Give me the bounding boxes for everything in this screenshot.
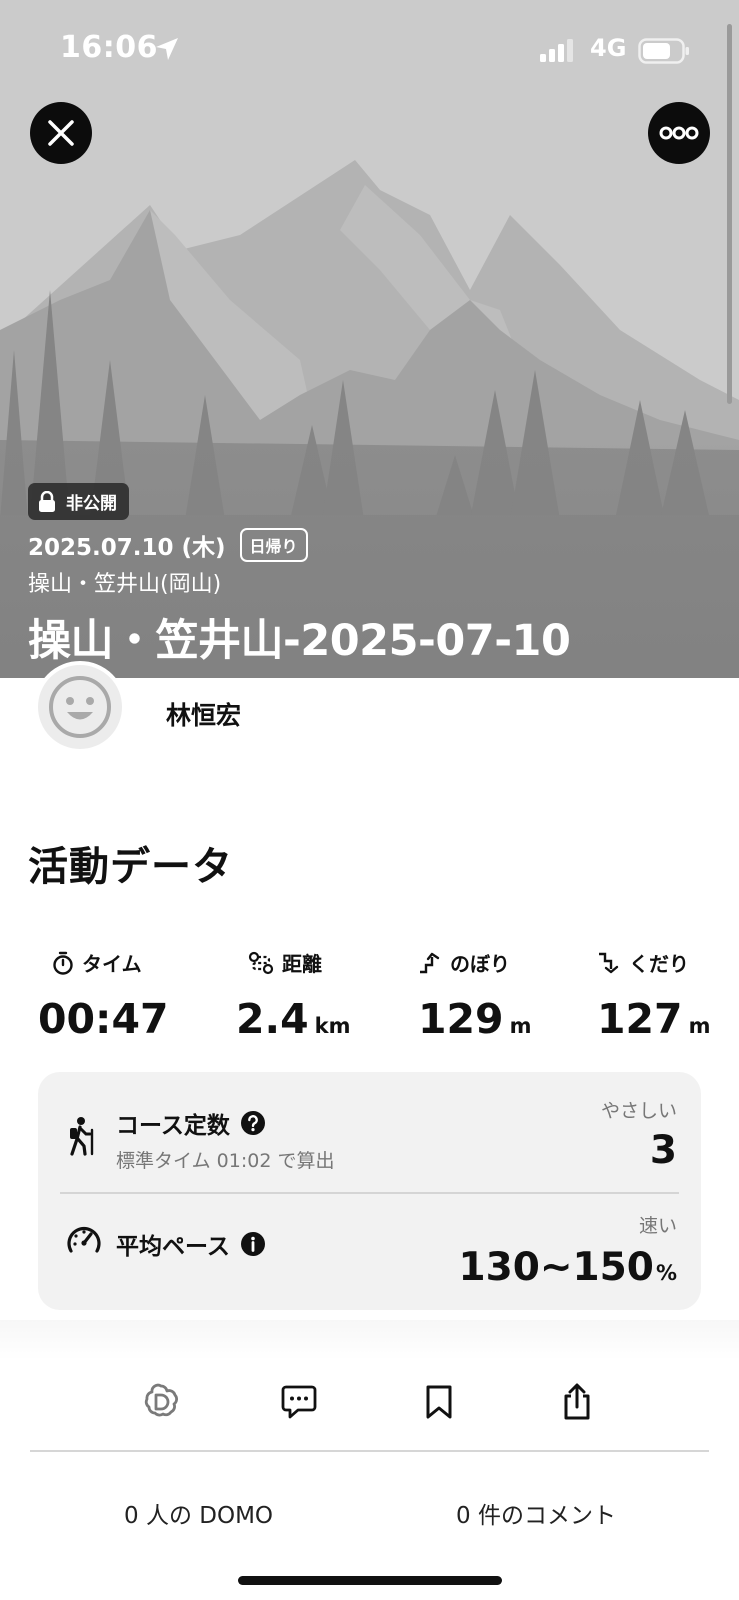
stat-ascent-value: 129 (418, 995, 504, 1043)
content-fade (0, 1320, 739, 1360)
stat-ascent-unit: m (509, 1014, 532, 1038)
speedometer-icon (67, 1226, 101, 1253)
standard-time-note: 標準タイム 01:02 で算出 (116, 1150, 335, 1172)
comment-button[interactable] (275, 1378, 323, 1426)
more-dots-icon (659, 126, 699, 140)
average-pace-unit: % (655, 1261, 677, 1285)
avatar[interactable] (34, 661, 126, 753)
location-arrow-icon (156, 38, 178, 60)
close-icon (48, 120, 74, 146)
activity-section-title: 活動データ (28, 844, 233, 890)
activity-date: 2025.07.10 (木) (28, 535, 226, 561)
stat-distance-value: 2.4 (236, 995, 309, 1043)
course-info-card: コース定数 標準タイム 01:02 で算出 やさしい 3 平均ペース 速い 13… (38, 1072, 701, 1310)
help-icon[interactable] (240, 1110, 266, 1136)
pace-rating-label: 速い (638, 1215, 677, 1237)
stopwatch-icon (53, 951, 73, 975)
stat-distance: 距離 2.4 km (236, 948, 416, 1043)
bottom-action-bar: 0 人の DOMO 0 件のコメント (0, 1358, 739, 1600)
scrollbar[interactable] (727, 24, 732, 404)
home-indicator[interactable] (238, 1576, 502, 1585)
close-button[interactable] (30, 102, 92, 164)
bookmark-button[interactable] (415, 1378, 463, 1426)
private-badge: 非公開 (28, 483, 129, 520)
share-icon (564, 1383, 590, 1420)
mountain-area[interactable]: 操山・笠井山(岡山) (28, 566, 221, 598)
average-pace-row[interactable]: 平均ペース 速い 130~150% (38, 1193, 701, 1310)
activity-date-line: 2025.07.10 (木) 日帰り (28, 528, 308, 562)
stat-time-label: タイム (82, 952, 142, 976)
stat-time-value: 00:47 (38, 995, 169, 1043)
comment-count-link[interactable]: 0 件のコメント (456, 1496, 616, 1530)
average-pace-value: 130~150 (458, 1245, 654, 1290)
status-time: 16:06 (60, 30, 158, 65)
stat-ascent: のぼり 129 m (418, 948, 598, 1043)
battery-icon (638, 38, 689, 64)
more-options-button[interactable] (648, 102, 710, 164)
stat-descent-value: 127 (597, 995, 683, 1043)
course-constant-row[interactable]: コース定数 標準タイム 01:02 で算出 やさしい 3 (38, 1072, 701, 1192)
stat-descent: くだり 127 m (597, 948, 739, 1043)
difficulty-label: やさしい (600, 1100, 677, 1122)
route-icon (248, 951, 274, 974)
bookmark-icon (426, 1385, 452, 1419)
course-constant-label: コース定数 (116, 1113, 230, 1139)
stat-time: タイム 00:47 (38, 948, 218, 1043)
course-constant-value: 3 (649, 1128, 677, 1173)
info-icon[interactable] (240, 1231, 266, 1257)
private-badge-label: 非公開 (66, 494, 117, 514)
hero-header: 16:06 4G 非公開 2025.07.10 (木) 日帰り 操山・笠井山(岡… (0, 0, 739, 678)
stat-distance-label: 距離 (282, 952, 322, 976)
domo-button[interactable] (137, 1378, 185, 1426)
signal-icon (540, 39, 573, 62)
smiley-avatar-icon (49, 676, 111, 738)
hiker-icon (70, 1117, 94, 1156)
descent-icon (599, 952, 619, 973)
comment-icon (281, 1385, 317, 1419)
network-type: 4G (590, 34, 627, 62)
stat-descent-label: くだり (629, 952, 689, 976)
status-bar: 16:06 4G (0, 0, 739, 100)
bottom-divider (30, 1450, 709, 1452)
stat-descent-unit: m (688, 1014, 711, 1038)
share-button[interactable] (553, 1378, 601, 1426)
activity-title: 操山・笠井山-2025-07-10 (28, 616, 571, 666)
domo-flower-icon (144, 1383, 178, 1417)
lock-icon (39, 490, 55, 512)
stat-ascent-label: のぼり (450, 952, 510, 976)
stat-distance-unit: km (314, 1014, 351, 1038)
trip-type-badge: 日帰り (239, 528, 308, 562)
domo-count-link[interactable]: 0 人の DOMO (124, 1496, 273, 1530)
average-pace-label: 平均ペース (116, 1234, 230, 1260)
ascent-icon (420, 952, 440, 973)
user-name[interactable]: 林恒宏 (166, 696, 241, 732)
